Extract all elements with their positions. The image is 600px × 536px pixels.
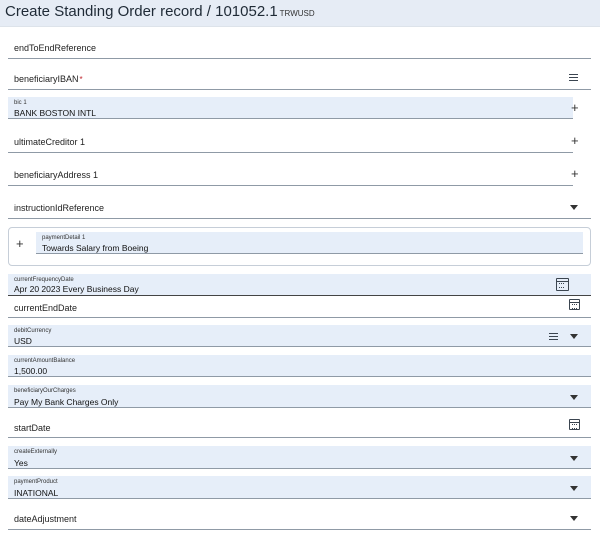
required-indicator-icon: * [79,75,83,84]
page-subtitle: TRWUSD [279,9,315,18]
payment-product-value: INATIONAL [14,488,59,498]
field-underline [8,407,591,408]
add-payment-detail-icon[interactable]: + [16,237,24,250]
ultimate-creditor-field[interactable]: ultimateCreditor 1 [8,130,573,153]
payment-detail-field[interactable]: paymentDetail 1 Towards Salary from Boei… [36,232,583,254]
list-icon[interactable] [549,333,558,341]
date-adjustment-field[interactable]: dateAdjustment [8,507,591,530]
current-frequency-date-label: currentFrequencyDate [14,277,74,283]
field-underline [8,152,573,153]
page-header: Create Standing Order record / 101052.1 T… [0,0,600,26]
debit-currency-value: USD [14,336,32,346]
instruction-id-reference-field[interactable]: instructionIdReference [8,196,591,219]
field-underline [8,468,591,469]
create-externally-value: Yes [14,458,28,468]
field-underline [8,346,591,347]
list-icon[interactable] [569,74,578,82]
start-date-label: startDate [14,423,51,433]
beneficiary-address-field[interactable]: beneficiaryAddress 1 [8,163,573,186]
field-underline [8,58,591,59]
current-amount-balance-value: 1,500.00 [14,366,48,376]
date-adjustment-label: dateAdjustment [14,514,77,524]
beneficiary-address-label: beneficiaryAddress 1 [14,170,99,180]
page-title: Create Standing Order record / 101052.1 T… [5,3,315,20]
field-underline [8,218,591,219]
field-underline [8,118,573,119]
beneficiary-iban-field[interactable]: beneficiaryIBAN* [8,66,591,90]
current-amount-balance-field[interactable]: currentAmountBalance 1,500.00 [8,355,591,377]
calendar-icon[interactable] [569,419,580,430]
field-underline [36,253,583,254]
instruction-id-reference-label: instructionIdReference [14,203,105,213]
current-frequency-date-field[interactable]: currentFrequencyDate Apr 20 2023 Every B… [8,274,591,296]
beneficiary-iban-label-text: beneficiaryIBAN [14,74,79,84]
bic-value: BANK BOSTON INTL [14,108,97,118]
field-underline [8,498,591,499]
calendar-icon[interactable] [556,278,569,291]
add-ultimate-creditor-icon[interactable]: + [571,134,579,147]
end-to-end-reference-field[interactable]: endToEndReference [8,36,591,59]
field-underline [8,376,591,377]
dropdown-caret-icon[interactable] [570,205,578,210]
create-externally-field[interactable]: createExternally Yes [8,446,591,469]
calendar-icon[interactable] [569,299,580,310]
dropdown-caret-icon[interactable] [570,456,578,461]
field-underline [8,89,591,90]
end-to-end-reference-label: endToEndReference [14,43,97,53]
current-frequency-date-value: Apr 20 2023 Every Business Day [14,284,139,294]
field-underline [8,317,591,318]
payment-product-field[interactable]: paymentProduct INATIONAL [8,476,591,499]
create-externally-label: createExternally [14,449,58,455]
beneficiary-iban-label: beneficiaryIBAN* [14,74,83,84]
payment-detail-group: + paymentDetail 1 Towards Salary from Bo… [8,227,591,266]
current-end-date-label: currentEndDate [14,303,78,313]
bic-label: bic 1 [14,100,27,106]
current-amount-balance-label: currentAmountBalance [14,358,76,364]
dropdown-caret-icon[interactable] [570,486,578,491]
debit-currency-field[interactable]: debitCurrency USD [8,325,591,347]
dropdown-caret-icon[interactable] [570,395,578,400]
payment-detail-label: paymentDetail 1 [42,235,86,241]
payment-detail-value: Towards Salary from Boeing [42,243,149,253]
add-bic-icon[interactable]: + [571,101,579,114]
payment-product-label: paymentProduct [14,479,58,485]
add-beneficiary-address-icon[interactable]: + [571,167,579,180]
ultimate-creditor-label: ultimateCreditor 1 [14,137,86,147]
dropdown-caret-icon[interactable] [570,334,578,339]
start-date-field[interactable]: startDate [8,415,591,438]
field-underline [8,529,591,530]
field-underline [8,437,591,438]
dropdown-caret-icon[interactable] [570,516,578,521]
beneficiary-our-charges-label: beneficiaryOurCharges [14,388,76,394]
field-underline [8,185,573,186]
page-title-text: Create Standing Order record / 101052.1 [5,3,278,20]
beneficiary-our-charges-field[interactable]: beneficiaryOurCharges Pay My Bank Charge… [8,385,591,408]
beneficiary-our-charges-value: Pay My Bank Charges Only [14,397,119,407]
current-end-date-field[interactable]: currentEndDate [8,296,591,318]
debit-currency-label: debitCurrency [14,328,52,334]
bic-field[interactable]: bic 1 BANK BOSTON INTL [8,97,573,119]
